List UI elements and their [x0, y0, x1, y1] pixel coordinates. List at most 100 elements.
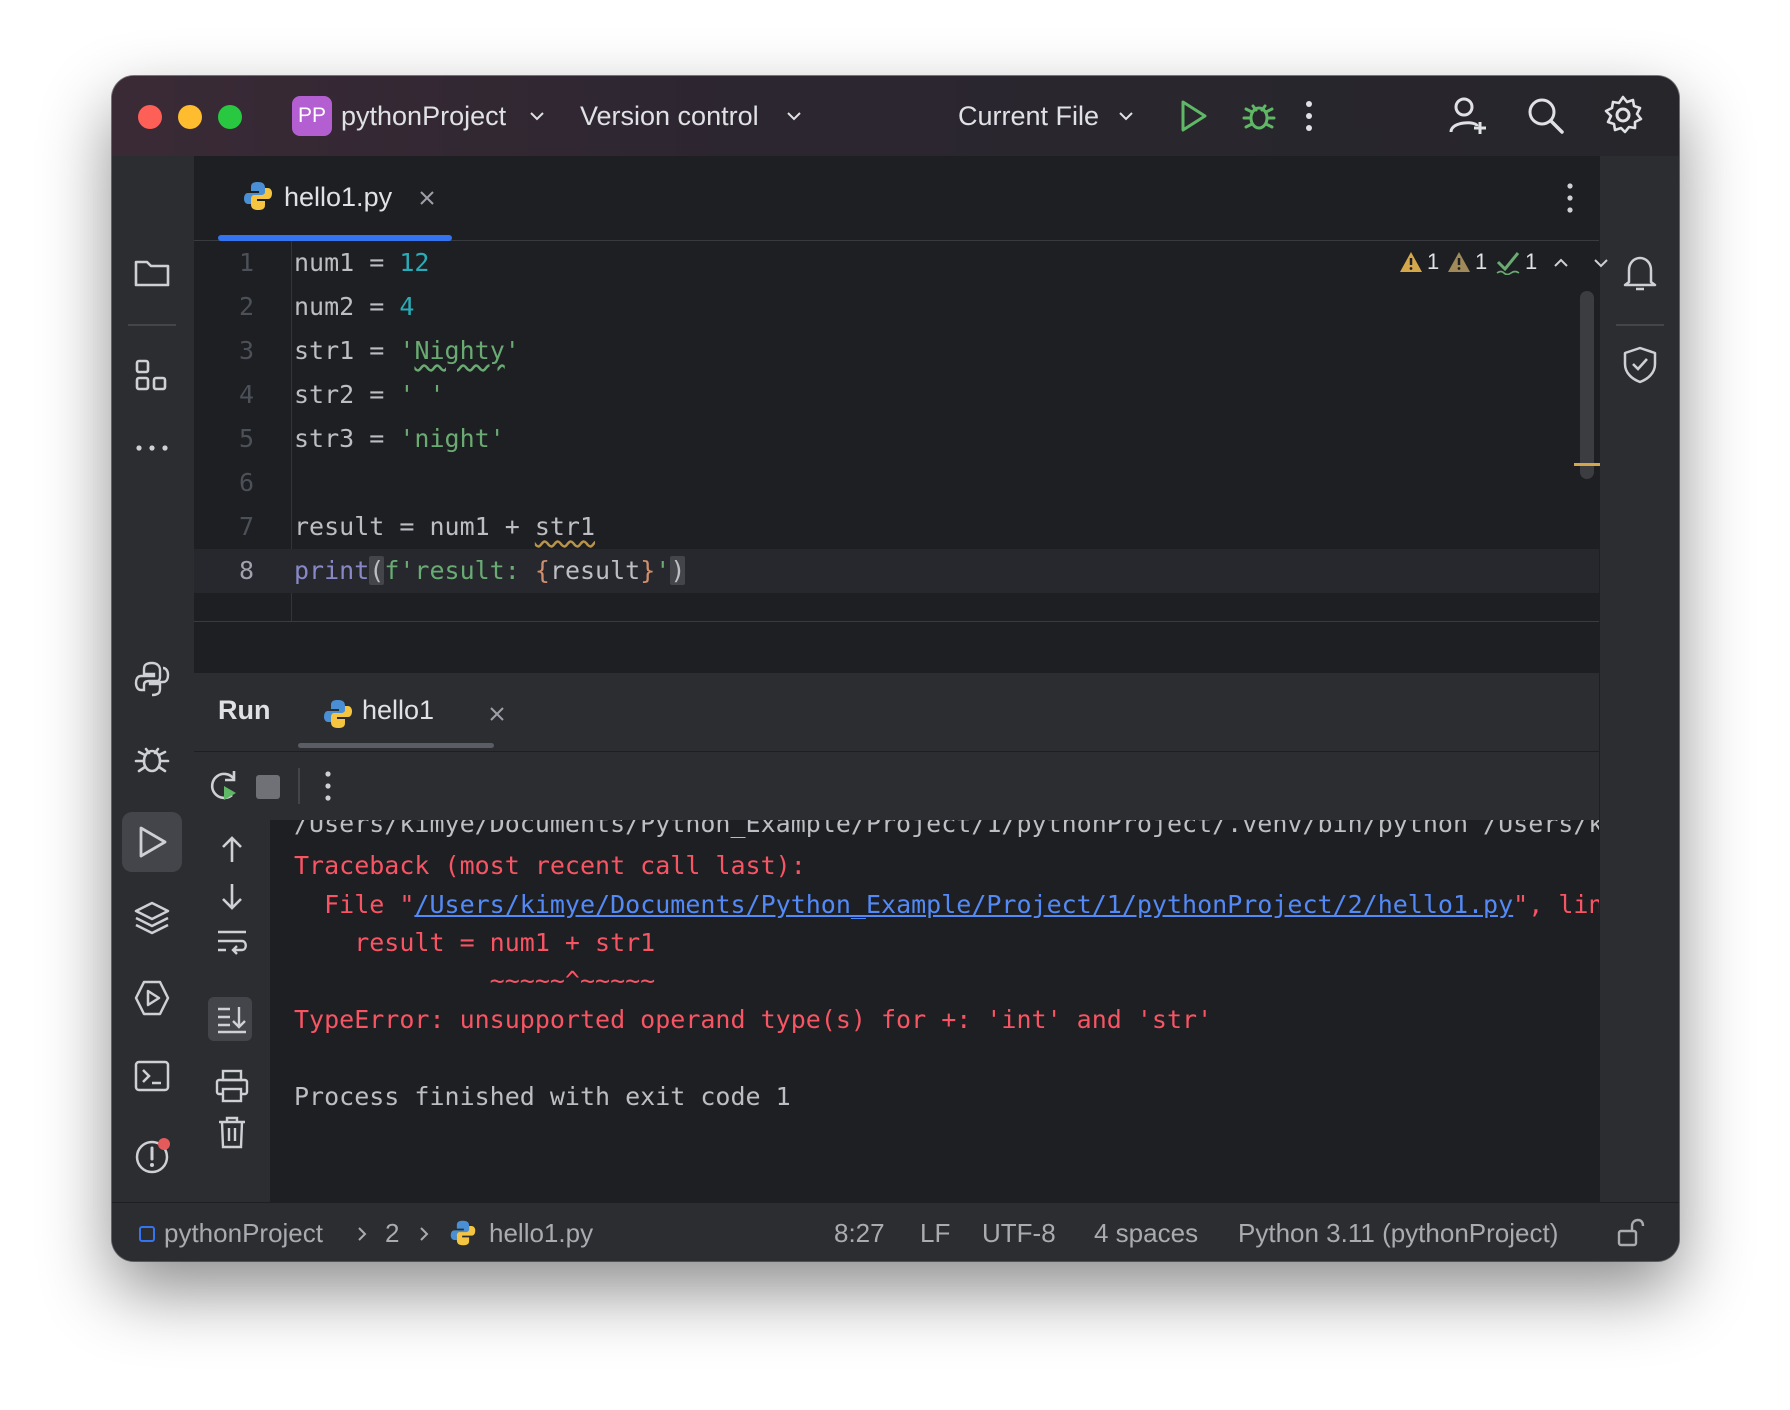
- weak-warning-count: 1: [1475, 249, 1488, 274]
- toolbar-divider: [128, 324, 176, 326]
- version-control-menu[interactable]: Version control: [580, 98, 759, 134]
- line-number: 2: [238, 292, 254, 321]
- chevron-down-icon[interactable]: [1116, 106, 1136, 126]
- lock-icon[interactable]: [1615, 1217, 1645, 1249]
- more-actions-icon[interactable]: [1303, 98, 1315, 134]
- debug-icon[interactable]: [132, 738, 172, 778]
- breadcrumb-folder[interactable]: 2: [385, 1217, 399, 1249]
- python-interpreter[interactable]: Python 3.11 (pythonProject): [1238, 1217, 1558, 1249]
- line-number: 7: [238, 512, 254, 541]
- chevron-up-icon[interactable]: [1551, 253, 1571, 273]
- run-tab-hello1[interactable]: hello1: [362, 695, 434, 726]
- rerun-icon[interactable]: [206, 767, 242, 803]
- left-tool-strip: [112, 156, 195, 1261]
- run-icon[interactable]: [1176, 98, 1210, 134]
- console-output[interactable]: /Users/kimye/Documents/Python_Example/Pr…: [270, 820, 1599, 1261]
- line-number: 3: [238, 336, 254, 365]
- current-code-line[interactable]: 8 print(f'result: {result}'): [194, 549, 1599, 593]
- shield-icon[interactable]: [1620, 344, 1660, 386]
- run-window-title: Run: [218, 695, 271, 725]
- project-selector[interactable]: pythonProject: [341, 98, 506, 134]
- minimize-window-button[interactable]: [178, 105, 202, 129]
- search-icon[interactable]: [1525, 95, 1565, 135]
- folder-icon[interactable]: [132, 252, 172, 292]
- active-tab-indicator: [298, 743, 494, 748]
- python-file-icon: [324, 700, 352, 728]
- weak-warning-icon: [1448, 252, 1470, 272]
- services-icon[interactable]: [132, 978, 172, 1018]
- file-link[interactable]: /Users/kimye/Documents/Python_Example/Pr…: [414, 890, 1513, 919]
- code-line[interactable]: 7 result = num1 + str1: [194, 505, 1599, 549]
- zoom-window-button[interactable]: [218, 105, 242, 129]
- scroll-end-icon[interactable]: [212, 999, 252, 1039]
- typo-count: 1: [1525, 249, 1538, 274]
- code-line[interactable]: 2 num2 = 4: [194, 285, 1599, 329]
- run-tool-window: Run hello1 /Users/kimye/Documents/Python…: [194, 673, 1599, 1261]
- code-line[interactable]: 5 str3 = 'night': [194, 417, 1599, 461]
- close-icon[interactable]: [488, 705, 506, 723]
- code-line[interactable]: 1 num1 = 12: [194, 241, 1599, 285]
- terminal-icon[interactable]: [132, 1056, 172, 1096]
- typo-check-icon: [1496, 252, 1520, 275]
- status-bar: pythonProject 2 hello1.py 8:27 LF UTF-8 …: [112, 1202, 1679, 1261]
- layers-icon[interactable]: [132, 898, 172, 938]
- add-user-icon[interactable]: [1448, 94, 1488, 136]
- bell-icon[interactable]: [1620, 252, 1660, 294]
- arrow-up-icon[interactable]: [212, 830, 252, 870]
- more-tool-windows-icon[interactable]: [132, 428, 172, 468]
- structure-icon[interactable]: [132, 356, 172, 396]
- line-number: 4: [238, 380, 254, 409]
- title-bar: PP pythonProject Version control Current…: [112, 76, 1679, 156]
- python-file-icon: [450, 1220, 476, 1246]
- breadcrumb-project[interactable]: pythonProject: [164, 1217, 323, 1249]
- python-file-icon: [244, 182, 272, 210]
- file-encoding[interactable]: UTF-8: [982, 1217, 1056, 1249]
- line-number: 6: [238, 468, 254, 497]
- traceback-caret-line: ~~~~~^~~~~~: [294, 966, 656, 995]
- debug-icon[interactable]: [1240, 96, 1278, 134]
- close-icon[interactable]: [418, 189, 436, 207]
- print-icon[interactable]: [212, 1066, 252, 1106]
- more-actions-icon[interactable]: [1564, 180, 1576, 216]
- traceback-header: Traceback (most recent call last):: [294, 851, 806, 880]
- trash-icon[interactable]: [212, 1112, 252, 1152]
- editor-scrollbar[interactable]: [1580, 291, 1594, 479]
- indent-setting[interactable]: 4 spaces: [1094, 1217, 1198, 1249]
- process-exit-message: Process finished with exit code 1: [294, 1082, 791, 1111]
- close-window-button[interactable]: [138, 105, 162, 129]
- stop-icon[interactable]: [256, 775, 280, 799]
- problems-icon[interactable]: [132, 1136, 172, 1176]
- code-line[interactable]: 6: [194, 461, 1599, 505]
- project-icon: [139, 1226, 155, 1242]
- code-line[interactable]: 4 str2 = ' ': [194, 373, 1599, 417]
- run-configuration-selector[interactable]: Current File: [958, 98, 1099, 134]
- breadcrumb-file[interactable]: hello1.py: [489, 1217, 593, 1249]
- line-number: 8: [238, 556, 254, 585]
- warning-icon: [1400, 252, 1422, 272]
- code-line[interactable]: 3 str1 = 'Nighty': [194, 329, 1599, 373]
- chevron-down-icon[interactable]: [1591, 253, 1611, 273]
- project-badge[interactable]: PP: [292, 96, 332, 136]
- chevron-down-icon[interactable]: [784, 106, 804, 126]
- line-separator[interactable]: LF: [920, 1217, 950, 1249]
- run-icon[interactable]: [132, 822, 172, 862]
- gear-icon[interactable]: [1602, 94, 1644, 136]
- chevron-down-icon[interactable]: [527, 106, 547, 126]
- caret-position[interactable]: 8:27: [834, 1217, 885, 1249]
- line-number: 1: [238, 248, 254, 277]
- tab-hello1-py[interactable]: hello1.py: [218, 156, 452, 241]
- python-packages-icon[interactable]: [132, 659, 172, 699]
- toolbar-divider: [1616, 324, 1664, 326]
- toolbar-divider: [298, 768, 300, 804]
- warning-stripe-marker[interactable]: [1574, 463, 1600, 466]
- editor-bottom-area: [194, 621, 1599, 672]
- arrow-down-icon[interactable]: [212, 876, 252, 916]
- soft-wrap-icon[interactable]: [212, 922, 252, 962]
- code-editor[interactable]: 1 num1 = 12 2 num2 = 4 3 str1 = 'Nighty'…: [194, 241, 1608, 621]
- more-actions-icon[interactable]: [322, 769, 334, 803]
- run-header: Run hello1: [194, 673, 1599, 752]
- ide-window: PP pythonProject Version control Current…: [112, 76, 1679, 1261]
- error-message: TypeError: unsupported operand type(s) f…: [294, 1005, 1213, 1034]
- right-tool-strip: [1599, 156, 1679, 1261]
- chevron-right-icon: [420, 1227, 429, 1241]
